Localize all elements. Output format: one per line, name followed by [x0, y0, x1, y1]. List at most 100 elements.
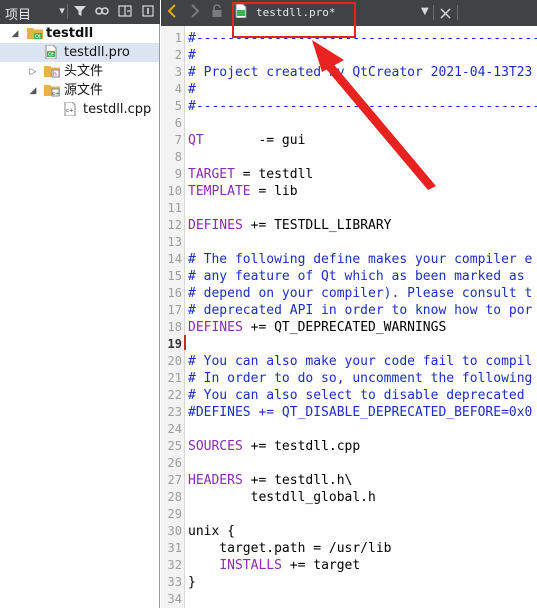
svg-text:c+: c+	[52, 91, 59, 97]
line-number: 29	[167, 507, 182, 521]
back-arrow-icon[interactable]	[167, 4, 177, 21]
tree-item-cpp-file[interactable]: c+ testdll.cpp	[0, 100, 159, 119]
line-number: 12	[167, 218, 182, 232]
code-line[interactable]: unix {	[188, 523, 235, 540]
line-number: 24	[167, 422, 182, 436]
split-icon[interactable]	[118, 4, 132, 18]
headers-folder-icon: h	[44, 64, 60, 78]
line-number: 11	[167, 201, 182, 215]
lock-icon[interactable]	[211, 4, 223, 21]
code-editor[interactable]: #---------------------------------------…	[188, 26, 537, 608]
toolbar-separator	[433, 5, 434, 20]
line-number: 10	[167, 184, 182, 198]
tree-item-project[interactable]: ◢ Qt testdll	[0, 24, 159, 43]
line-number: 21	[167, 371, 182, 385]
svg-text:h: h	[53, 71, 57, 78]
line-number: 16	[167, 286, 182, 300]
collapse-arrow-icon[interactable]: ◢	[28, 86, 38, 96]
code-line[interactable]: testdll_global.h	[188, 489, 376, 506]
line-number: 2	[174, 48, 182, 62]
line-number: 17	[167, 303, 182, 317]
toolbar-separator	[67, 4, 68, 19]
code-line[interactable]: # You can also make your code fail to co…	[188, 353, 532, 370]
dropdown-arrow-icon[interactable]: ▼	[421, 4, 429, 20]
line-number: 30	[167, 524, 182, 538]
line-number: 1	[174, 31, 182, 45]
close-icon[interactable]	[439, 5, 452, 24]
code-line[interactable]: # deprecated API in order to know how to…	[188, 302, 532, 319]
code-line[interactable]: DEFINES += TESTDLL_LIBRARY	[188, 217, 392, 234]
cpp-file-icon: c+	[63, 101, 77, 117]
code-line[interactable]: DEFINES += QT_DEPRECATED_WARNINGS	[188, 319, 446, 336]
project-panel-toolbar: 项目 ▾	[0, 0, 160, 24]
collapse-arrow-icon[interactable]: ◢	[10, 29, 20, 39]
text-cursor	[184, 335, 186, 350]
close-panel-icon[interactable]	[141, 4, 155, 18]
line-number: 25	[167, 439, 182, 453]
code-line[interactable]: # The following define makes your compil…	[188, 251, 532, 268]
line-number: 7	[174, 133, 182, 147]
pro-file-icon: Qt	[44, 44, 58, 60]
annotation-highlight-box	[232, 2, 356, 38]
line-number: 31	[167, 541, 182, 555]
link-icon[interactable]	[95, 4, 109, 18]
line-number: 33	[167, 575, 182, 589]
code-line[interactable]: SOURCES += testdll.cpp	[188, 438, 360, 455]
line-number: 28	[167, 490, 182, 504]
toolbar-separator	[457, 5, 458, 20]
code-line[interactable]: # Project created by QtCreator 2021-04-1…	[188, 64, 532, 81]
tree-item-label: testdll	[46, 26, 94, 41]
tree-item-label: testdll.pro	[64, 45, 130, 60]
line-number: 4	[174, 82, 182, 96]
tree-item-label: 源文件	[64, 83, 104, 98]
line-number: 15	[167, 269, 182, 283]
code-line[interactable]: }	[188, 574, 196, 591]
code-line[interactable]: TARGET = testdll	[188, 166, 313, 183]
svg-text:Qt: Qt	[48, 52, 54, 58]
line-number: 13	[167, 235, 182, 249]
line-number-gutter: 1 2 3 4 5 6 7 8 9 10 11 12 13 14 15 16 17 18 19 20 21 22 23 24 2…	[161, 26, 185, 608]
code-line[interactable]: TEMPLATE = lib	[188, 183, 298, 200]
sources-folder-icon: c+	[44, 83, 60, 97]
code-line[interactable]: # In order to do so, uncomment the follo…	[188, 370, 532, 387]
filter-icon[interactable]	[73, 4, 87, 18]
code-line[interactable]: HEADERS += testdll.h\	[188, 472, 352, 489]
tree-item-label: 头文件	[64, 64, 104, 79]
code-line[interactable]: target.path = /usr/lib	[188, 540, 391, 557]
line-number: 20	[167, 354, 182, 368]
expand-arrow-icon[interactable]: ▷	[28, 67, 38, 77]
line-number: 32	[167, 558, 182, 572]
code-line[interactable]: #---------------------------------------…	[188, 98, 537, 115]
project-folder-icon: Qt	[27, 26, 43, 40]
code-line[interactable]: # You can also select to disable depreca…	[188, 387, 525, 404]
line-number: 19	[167, 337, 182, 351]
code-line[interactable]: QT -= gui	[188, 132, 305, 149]
line-number: 14	[167, 252, 182, 266]
code-line[interactable]: INSTALLS += target	[188, 557, 360, 574]
code-line[interactable]: #	[188, 47, 196, 64]
line-number: 6	[174, 116, 182, 130]
line-number: 18	[167, 320, 182, 334]
line-number: 26	[167, 456, 182, 470]
panel-title[interactable]: 项目	[5, 4, 31, 23]
line-number: 34	[167, 592, 182, 606]
code-line[interactable]: # any feature of Qt which as been marked…	[188, 268, 525, 285]
svg-text:Qt: Qt	[35, 34, 41, 40]
tree-item-sources[interactable]: ◢ c+ 源文件	[0, 81, 159, 100]
tree-item-label: testdll.cpp	[83, 102, 152, 117]
code-line[interactable]: #	[188, 81, 196, 98]
forward-arrow-icon[interactable]	[190, 4, 200, 21]
tree-item-headers[interactable]: ▷ h 头文件	[0, 62, 159, 81]
code-line[interactable]: #DEFINES += QT_DISABLE_DEPRECATED_BEFORE…	[188, 404, 532, 421]
code-line[interactable]: # depend on your compiler). Please consu…	[188, 285, 532, 302]
svg-text:c+: c+	[66, 108, 74, 114]
line-number: 5	[174, 99, 182, 113]
tree-item-pro-file[interactable]: Qt testdll.pro	[0, 43, 159, 62]
line-number: 3	[174, 65, 182, 79]
line-number: 23	[167, 405, 182, 419]
line-number: 8	[174, 150, 182, 164]
line-number: 9	[174, 167, 182, 181]
line-number: 22	[167, 388, 182, 402]
line-number: 27	[167, 473, 182, 487]
project-panel: 项目 ▾ ◢ Qt testdll Qt testdll.pro ▷ h 头文件…	[0, 0, 160, 608]
